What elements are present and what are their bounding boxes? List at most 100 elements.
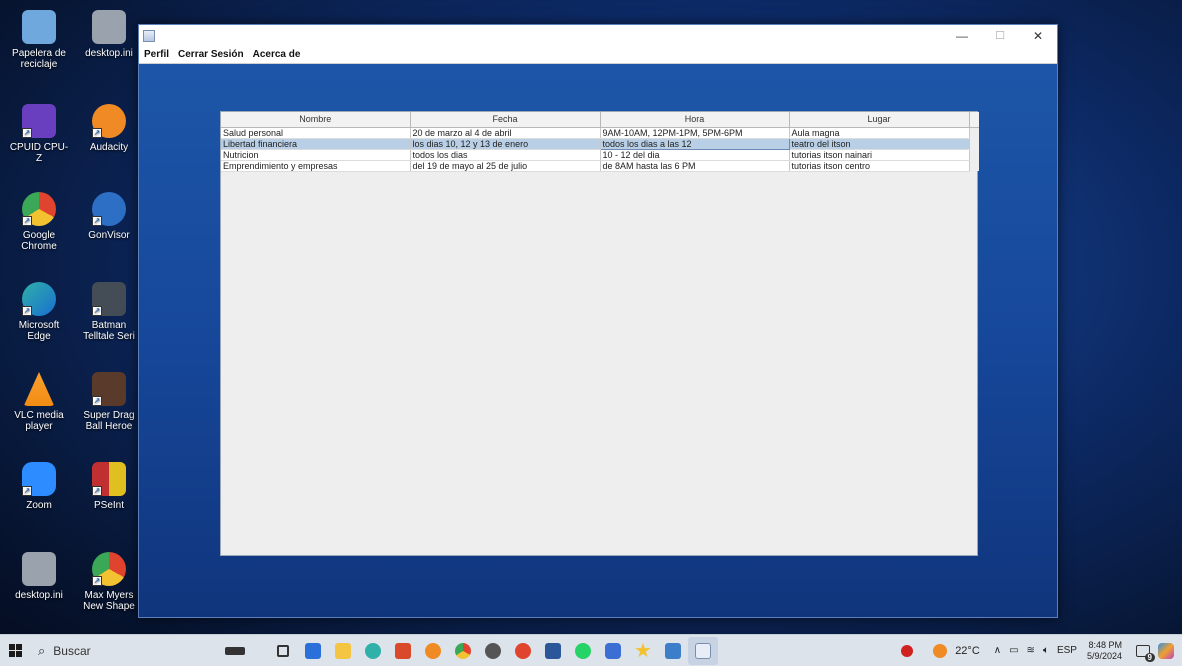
table-row-selected[interactable]: Libertad financiera los dias 10, 12 y 13…: [221, 137, 979, 150]
desktop-icon-label: PSeInt: [93, 500, 125, 511]
events-table: Nombre Fecha Hora Lugar Salud personal 2…: [221, 112, 979, 172]
cell-lugar[interactable]: Aula magna: [789, 127, 970, 139]
gonvisor-icon: ↗: [92, 192, 126, 226]
cell-nombre[interactable]: Libertad financiera: [221, 138, 411, 150]
title-bar[interactable]: — ☐ ✕: [139, 25, 1057, 46]
cell-fecha[interactable]: los dias 10, 12 y 13 de enero: [410, 138, 601, 150]
desktop-icon-edge[interactable]: ↗ Microsoft Edge: [8, 282, 70, 342]
desktop-icon-zoom[interactable]: ↗ Zoom: [8, 462, 70, 511]
whatsapp-icon[interactable]: [568, 637, 598, 665]
desktop-icon-label: Batman Telltale Seri: [83, 320, 135, 342]
cell-nombre[interactable]: Nutricion: [221, 149, 411, 161]
desktop-icon-dragon-ball[interactable]: ↗ Super Drag Ball Heroe: [78, 372, 140, 432]
antivirus-icon[interactable]: [901, 644, 914, 657]
column-header-hora[interactable]: Hora: [600, 112, 790, 128]
cell-lugar[interactable]: tutorias itson nainari: [789, 149, 970, 161]
notifications-icon[interactable]: 9: [1136, 644, 1155, 662]
cell-fecha[interactable]: todos los dias: [410, 149, 601, 161]
desktop-icon-label: Audacity: [89, 142, 129, 153]
desktop-icon-desktop-ini[interactable]: desktop.ini: [78, 10, 140, 59]
column-header-nombre[interactable]: Nombre: [221, 112, 411, 128]
cell-hora-focused[interactable]: todos los dias a las 12: [599, 137, 790, 150]
cell-nombre[interactable]: Emprendimiento y empresas: [221, 160, 411, 172]
taskbar: ⌕ Buscar 22°C ∧ ▭ ≋ 🔈︎ ESP 8:48 PM 5/9/2…: [0, 634, 1182, 666]
cpuz-icon: ↗: [22, 104, 56, 138]
table-row[interactable]: Nutricion todos los dias 10 - 12 del dia…: [221, 149, 979, 161]
vlc-cone-icon: [23, 372, 55, 406]
shield-icon[interactable]: [598, 637, 628, 665]
minimize-button[interactable]: —: [943, 25, 981, 46]
chrome-icon[interactable]: [448, 637, 478, 665]
battery-icon[interactable]: ▭: [1009, 645, 1018, 656]
graduation-cap-icon[interactable]: [220, 637, 250, 665]
menu-perfil[interactable]: Perfil: [140, 49, 173, 60]
desktop-icon-vlc[interactable]: VLC media player: [8, 372, 70, 432]
taskbar-search[interactable]: ⌕ Buscar: [38, 638, 198, 664]
desktop-icon-label: CPUID CPU-Z: [9, 142, 69, 164]
desktop-icon-gonvisor[interactable]: ↗ GonVisor: [78, 192, 140, 241]
row-filler: [969, 149, 979, 160]
clock[interactable]: 8:48 PM 5/9/2024: [1087, 640, 1122, 662]
git-icon[interactable]: [478, 637, 508, 665]
weather-icon[interactable]: [933, 643, 948, 658]
language-indicator[interactable]: ESP: [1057, 645, 1077, 656]
edge-icon[interactable]: [358, 637, 388, 665]
word-icon[interactable]: [538, 637, 568, 665]
copilot-icon[interactable]: [1158, 642, 1174, 659]
menu-acerca-de[interactable]: Acerca de: [249, 49, 305, 60]
table-row[interactable]: Emprendimiento y empresas del 19 de mayo…: [221, 160, 979, 172]
store-icon[interactable]: [298, 637, 328, 665]
desktop-icon-audacity[interactable]: ↗ Audacity: [78, 104, 140, 153]
search-icon: ⌕: [38, 642, 46, 658]
cell-hora[interactable]: 10 - 12 del dia: [600, 149, 790, 161]
edge-icon: ↗: [22, 282, 56, 316]
weather-temperature[interactable]: 22°C: [955, 645, 980, 657]
desktop-icon-label: desktop.ini: [85, 48, 133, 59]
cell-lugar[interactable]: tutorias itson centro: [789, 160, 970, 172]
file-icon: [92, 10, 126, 44]
header-filler: [969, 112, 979, 128]
row-filler: [969, 127, 979, 138]
notification-count: 9: [1144, 652, 1155, 662]
cell-hora[interactable]: 9AM-10AM, 12PM-1PM, 5PM-6PM: [600, 127, 790, 139]
menu-cerrar-sesion[interactable]: Cerrar Sesión: [174, 49, 248, 60]
row-filler: [969, 138, 979, 149]
desktop-icon-max-myers[interactable]: ↗ Max Myers New Shape: [78, 552, 140, 612]
column-header-lugar[interactable]: Lugar: [789, 112, 970, 128]
file-explorer-icon[interactable]: [328, 637, 358, 665]
task-view-icon[interactable]: [268, 637, 298, 665]
cell-fecha[interactable]: del 19 de mayo al 25 de julio: [410, 160, 601, 172]
column-header-fecha[interactable]: Fecha: [410, 112, 601, 128]
desktop-icon-cpuz[interactable]: ↗ CPUID CPU-Z: [8, 104, 70, 164]
java-app-taskbar-icon[interactable]: [688, 636, 718, 665]
office-icon[interactable]: [388, 637, 418, 665]
desktop-icon-label: VLC media player: [14, 410, 64, 432]
cell-nombre[interactable]: Salud personal: [221, 127, 411, 139]
close-button[interactable]: ✕: [1019, 25, 1057, 46]
firefox-icon[interactable]: [418, 637, 448, 665]
desktop-icon-label: Zoom: [26, 500, 52, 511]
desktop-icon-label: Microsoft Edge: [18, 320, 60, 342]
vscode-icon[interactable]: [658, 637, 688, 665]
wifi-icon[interactable]: ≋: [1027, 645, 1035, 656]
volume-icon[interactable]: 🔈︎: [1043, 645, 1049, 656]
desktop-icon-recycle-bin[interactable]: Papelera de reciclaje: [8, 10, 70, 70]
settings-app-icon[interactable]: [508, 637, 538, 665]
star-icon[interactable]: [628, 637, 658, 665]
windows-logo-icon: [8, 644, 22, 657]
desktop-icon-desktop-ini-2[interactable]: desktop.ini: [8, 552, 70, 601]
window-controls: — ☐ ✕: [943, 25, 1057, 46]
events-table-panel: Nombre Fecha Hora Lugar Salud personal 2…: [220, 111, 979, 556]
cell-fecha[interactable]: 20 de marzo al 4 de abril: [410, 127, 601, 139]
desktop-icon-pseint[interactable]: ↗ PSeInt: [78, 462, 140, 511]
desktop-icon-batman[interactable]: ↗ Batman Telltale Seri: [78, 282, 140, 342]
cell-lugar[interactable]: teatro del itson: [789, 138, 970, 150]
chevron-up-icon[interactable]: ∧: [994, 645, 1001, 656]
cell-hora[interactable]: de 8AM hasta las 6 PM: [600, 160, 790, 172]
start-button[interactable]: [0, 635, 30, 666]
desktop-icon-label: Papelera de reciclaje: [12, 48, 66, 70]
maximize-button[interactable]: ☐: [981, 25, 1019, 46]
system-tray: 22°C ∧ ▭ ≋ 🔈︎ ESP 8:48 PM 5/9/2024 9: [897, 640, 1182, 662]
desktop-icon-chrome[interactable]: ↗ Google Chrome: [8, 192, 70, 252]
table-row[interactable]: Salud personal 20 de marzo al 4 de abril…: [221, 127, 979, 139]
